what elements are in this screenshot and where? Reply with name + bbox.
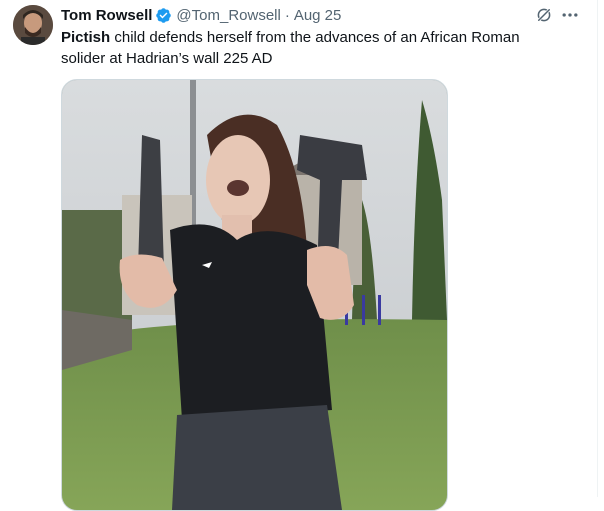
verified-badge-icon [155, 7, 172, 24]
author-handle[interactable]: @Tom_Rowsell [176, 7, 280, 24]
grok-icon[interactable] [535, 6, 553, 24]
more-options-icon[interactable] [560, 6, 580, 24]
author-avatar[interactable] [13, 5, 53, 45]
tweet-header: Tom Rowsell @Tom_Rowsell · Aug 25 [61, 5, 341, 25]
tweet-media-video[interactable] [61, 79, 448, 511]
tweet-text-bold[interactable]: Pictish [61, 29, 110, 46]
author-display-name[interactable]: Tom Rowsell [61, 7, 152, 24]
video-frame [62, 80, 447, 510]
separator-dot: · [284, 6, 290, 24]
avatar-image [13, 5, 53, 45]
tweet-date[interactable]: Aug 25 [294, 7, 342, 24]
timeline-divider [597, 0, 598, 497]
tweet-text: Pictish child defends herself from the a… [61, 27, 541, 69]
tweet-text-body: child defends herself from the advances … [61, 29, 520, 67]
